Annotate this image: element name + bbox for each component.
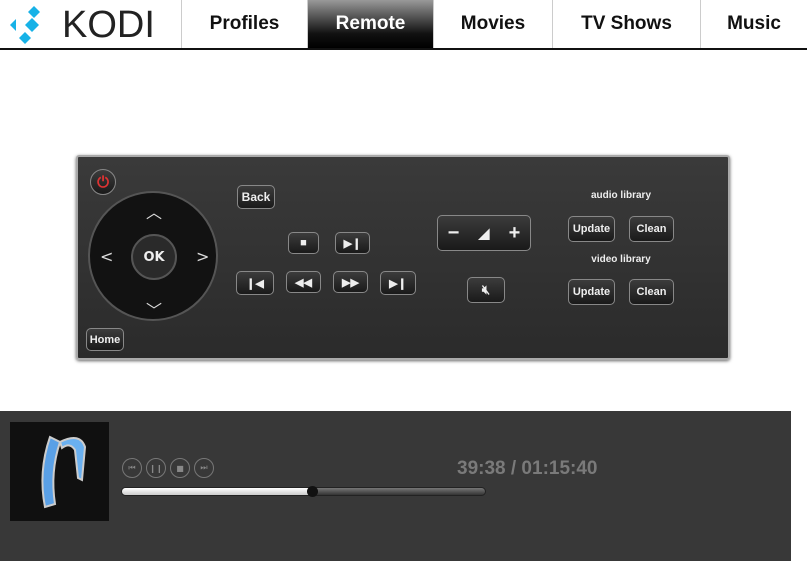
rewind-button[interactable]: ◀◀ (286, 271, 321, 293)
tab-music[interactable]: Music (700, 0, 807, 48)
previous-button[interactable]: ❙◀ (236, 271, 274, 295)
playback-time: 39:38 / 01:15:40 (457, 458, 598, 479)
fast-forward-button[interactable]: ▶▶ (333, 271, 368, 293)
skip-forward-icon: ▶❙ (389, 277, 407, 290)
tab-remote[interactable]: Remote (307, 0, 433, 48)
skip-back-icon: ⏮ (128, 463, 136, 472)
ok-button[interactable]: OK (131, 234, 177, 280)
stop-button[interactable]: ■ (288, 232, 319, 254)
film-reel-icon (41, 435, 87, 509)
page-scrollbar[interactable] (791, 411, 807, 561)
rewind-icon: ◀◀ (295, 276, 312, 289)
volume-icon: ◢ (478, 224, 490, 241)
fast-forward-icon: ▶▶ (342, 276, 359, 289)
play-pause-icon: ▶❙ (343, 237, 362, 250)
kodi-logo[interactable]: KODI (8, 4, 180, 46)
now-playing-thumbnail (10, 422, 109, 521)
down-arrow-icon[interactable]: ﹀ (146, 297, 162, 321)
power-button[interactable]: ⏻ (90, 169, 116, 195)
power-icon: ⏻ (97, 173, 109, 191)
skip-back-icon: ❙◀ (246, 277, 264, 290)
left-arrow-icon[interactable]: < (100, 247, 113, 266)
progress-handle[interactable] (307, 486, 319, 497)
tab-movies[interactable]: Movies (433, 0, 552, 48)
next-button[interactable]: ▶❙ (380, 271, 416, 295)
top-nav: KODI Profiles Remote Movies TV Shows Mus… (0, 0, 807, 50)
stop-icon: ■ (300, 237, 307, 249)
volume-up-button[interactable]: + (509, 222, 521, 245)
pause-icon: ❙❙ (149, 463, 163, 473)
player-previous-button[interactable]: ⏮ (122, 458, 142, 478)
video-update-button[interactable]: Update (568, 279, 615, 305)
home-button[interactable]: Home (86, 328, 124, 351)
player-stop-button[interactable]: ■ (170, 458, 190, 478)
audio-library-label: audio library (590, 190, 651, 201)
tab-profiles[interactable]: Profiles (181, 0, 307, 48)
up-arrow-icon[interactable]: ︿ (146, 199, 162, 223)
tab-tv-shows[interactable]: TV Shows (552, 0, 700, 48)
back-button[interactable]: Back (237, 185, 275, 209)
skip-forward-icon: ⏭ (200, 463, 208, 472)
audio-clean-button[interactable]: Clean (629, 216, 674, 242)
now-playing-bar: ⏮ ❙❙ ■ ⏭ 39:38 / 01:15:40 (0, 411, 791, 561)
kodi-logo-icon (10, 6, 40, 44)
logo-text: KODI (62, 3, 155, 46)
progress-fill (122, 488, 313, 495)
volume-down-button[interactable]: − (448, 222, 460, 245)
video-library-label: video library (591, 254, 651, 265)
player-next-button[interactable]: ⏭ (194, 458, 214, 478)
stop-icon: ■ (176, 463, 184, 473)
mute-button[interactable]: 🔇︎ (467, 277, 505, 303)
volume-control: − ◢ + (437, 215, 531, 251)
play-pause-button[interactable]: ▶❙ (335, 232, 370, 254)
right-arrow-icon[interactable]: > (196, 247, 209, 266)
dpad: ︿ ﹀ < > OK (88, 191, 218, 321)
remote-control: ⏻ ︿ ﹀ < > OK Home Back ■ ▶❙ ❙◀ ◀◀ ▶▶ ▶❙ … (76, 155, 730, 360)
progress-slider[interactable] (121, 486, 486, 497)
player-pause-button[interactable]: ❙❙ (146, 458, 166, 478)
audio-update-button[interactable]: Update (568, 216, 615, 242)
video-clean-button[interactable]: Clean (629, 279, 674, 305)
mute-icon: 🔇︎ (481, 282, 491, 297)
